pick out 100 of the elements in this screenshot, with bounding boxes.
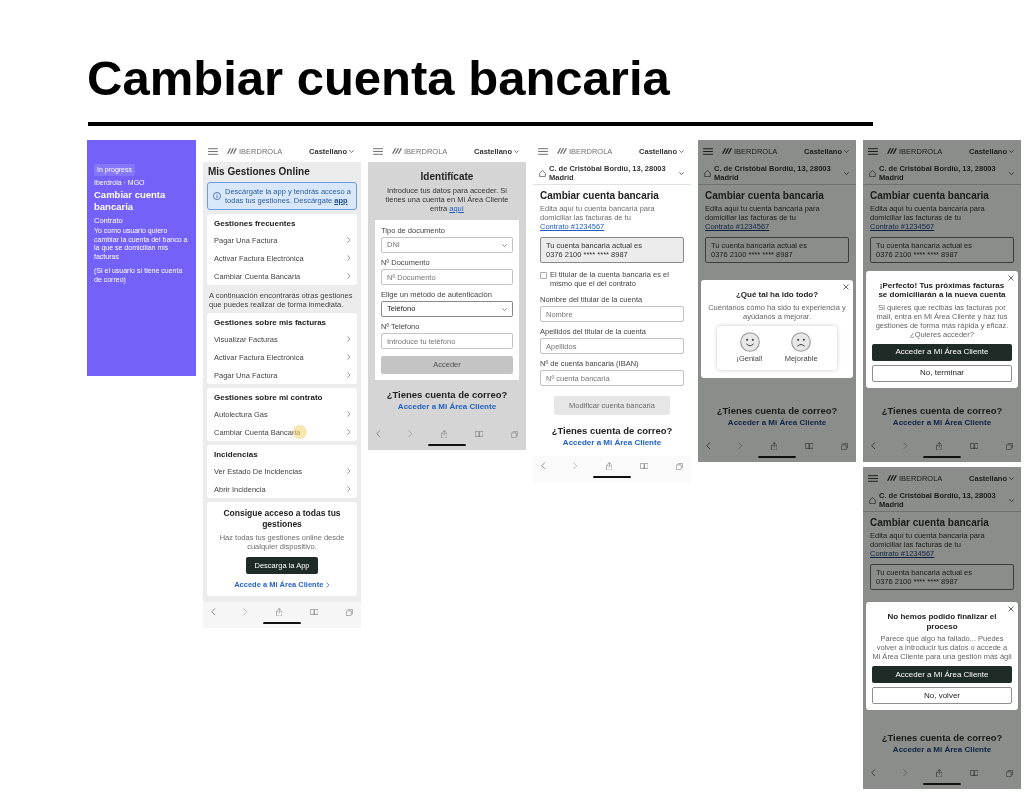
close-icon[interactable] xyxy=(843,284,849,291)
chevron-right-icon xyxy=(346,468,350,474)
home-indicator-icon[interactable] xyxy=(428,444,466,447)
close-icon[interactable] xyxy=(1008,274,1014,281)
chevron-right-icon xyxy=(346,486,350,492)
caret-icon xyxy=(1009,498,1014,502)
caret-icon xyxy=(514,149,519,153)
menu-icon[interactable] xyxy=(538,147,548,155)
menu-icon[interactable] xyxy=(868,474,878,482)
screen-heading: Mis Gestiones Online xyxy=(208,165,311,178)
forward-icon[interactable] xyxy=(903,769,908,777)
chevron-right-icon xyxy=(326,581,330,588)
forward-icon[interactable] xyxy=(408,430,413,438)
back-icon[interactable] xyxy=(541,462,546,470)
chevron-right-icon xyxy=(346,273,350,279)
card-heading: Gestiones frecuentes xyxy=(214,218,297,230)
story-title: Cambiar cuenta bancaria xyxy=(94,189,167,212)
frowning-face-icon xyxy=(791,332,812,353)
tabs-icon[interactable] xyxy=(346,608,353,616)
back-icon[interactable] xyxy=(376,430,381,438)
client-area-link[interactable]: Acceder a Mi Área Cliente xyxy=(892,418,992,428)
logo-icon[interactable] xyxy=(557,148,567,154)
share-icon[interactable] xyxy=(605,461,612,471)
client-area-link[interactable]: Acceder a Mi Área Cliente xyxy=(727,418,827,428)
screen-heading: Cambiar cuenta bancaria xyxy=(870,517,990,529)
tabs-icon[interactable] xyxy=(1006,442,1013,450)
share-icon[interactable] xyxy=(935,768,942,778)
forward-icon[interactable] xyxy=(903,442,908,450)
home-indicator-icon[interactable] xyxy=(263,622,301,625)
caret-icon xyxy=(1009,476,1014,480)
home-indicator-icon[interactable] xyxy=(923,456,961,459)
menu-icon[interactable] xyxy=(868,147,878,155)
share-icon[interactable] xyxy=(770,441,777,451)
caret-icon xyxy=(679,149,684,153)
caret-icon xyxy=(502,307,507,311)
book-icon[interactable] xyxy=(474,430,484,438)
primary-button[interactable]: Acceder a Mi Área Cliente xyxy=(872,343,1012,361)
forward-icon[interactable] xyxy=(573,462,578,470)
book-icon[interactable] xyxy=(804,442,814,450)
menu-icon[interactable] xyxy=(208,147,218,155)
chevron-right-icon xyxy=(346,354,350,360)
home-indicator-icon[interactable] xyxy=(758,456,796,459)
caret-icon xyxy=(1009,171,1014,175)
caret-icon xyxy=(679,171,684,175)
book-icon[interactable] xyxy=(969,769,979,777)
chevron-right-icon xyxy=(346,237,350,243)
caret-icon xyxy=(844,149,849,153)
back-icon[interactable] xyxy=(706,442,711,450)
question-text: ¿Tienes cuenta de correo? xyxy=(881,732,1003,744)
house-icon xyxy=(539,169,546,177)
checkbox[interactable] xyxy=(540,272,547,279)
caret-icon xyxy=(349,149,354,153)
forward-icon[interactable] xyxy=(738,442,743,450)
back-icon[interactable] xyxy=(871,442,876,450)
share-icon[interactable] xyxy=(275,607,282,617)
house-icon xyxy=(869,496,876,504)
menu-icon[interactable] xyxy=(703,147,713,155)
back-icon[interactable] xyxy=(871,769,876,777)
client-area-link[interactable]: Acceder a Mi Área Cliente xyxy=(562,438,662,448)
close-icon[interactable] xyxy=(1008,606,1014,612)
logo-icon[interactable] xyxy=(887,475,897,481)
screen-heading: Identifícate xyxy=(419,170,475,183)
back-icon[interactable] xyxy=(211,608,216,616)
client-area-link[interactable]: Acceder a Mi Área Cliente xyxy=(397,402,497,412)
card-heading: Gestiones sobre mis facturas xyxy=(214,317,328,329)
chevron-right-icon xyxy=(346,255,350,261)
book-icon[interactable] xyxy=(309,608,319,616)
client-area-link[interactable]: Acceder a Mi Área Cliente xyxy=(892,745,992,755)
promo-heading: Consigue acceso a todas tus gestiones xyxy=(222,508,342,529)
card-heading: Gestiones sobre mi contrato xyxy=(214,392,324,404)
menu-icon[interactable] xyxy=(373,147,383,155)
logo-icon[interactable] xyxy=(722,148,732,154)
book-icon[interactable] xyxy=(639,462,649,470)
logo-icon[interactable] xyxy=(887,148,897,154)
smiling-face-icon xyxy=(739,332,760,353)
book-icon[interactable] xyxy=(969,442,979,450)
page-title: Cambiar cuenta bancaria xyxy=(87,54,671,103)
tabs-icon[interactable] xyxy=(511,430,518,438)
logo-icon[interactable] xyxy=(392,148,402,154)
home-indicator-icon[interactable] xyxy=(923,783,961,786)
house-icon xyxy=(704,169,711,177)
chevron-right-icon xyxy=(346,411,350,417)
caret-icon xyxy=(1009,149,1014,153)
secondary-button[interactable]: No, volver xyxy=(872,687,1012,704)
card-heading: Incidencias xyxy=(214,449,259,461)
question-text: ¿Tienes cuenta de correo? xyxy=(551,425,673,437)
chevron-right-icon xyxy=(346,429,350,435)
question-text: ¿Tienes cuenta de correo? xyxy=(386,389,508,401)
primary-button[interactable]: Acceder a Mi Área Cliente xyxy=(872,666,1012,683)
share-icon[interactable] xyxy=(935,441,942,451)
secondary-button[interactable]: No, terminar xyxy=(872,364,1012,382)
logo-icon[interactable] xyxy=(227,148,237,154)
modal-title: ¿Qué tal ha ido todo? xyxy=(734,290,820,300)
share-icon[interactable] xyxy=(440,429,447,439)
tabs-icon[interactable] xyxy=(841,442,848,450)
tabs-icon[interactable] xyxy=(676,462,683,470)
modal-title: ¡Perfecto! Tus próximas facturas se domiciliarán a la nueva cuenta xyxy=(877,280,1007,300)
tabs-icon[interactable] xyxy=(1006,769,1013,777)
home-indicator-icon[interactable] xyxy=(593,476,631,479)
forward-icon[interactable] xyxy=(243,608,248,616)
